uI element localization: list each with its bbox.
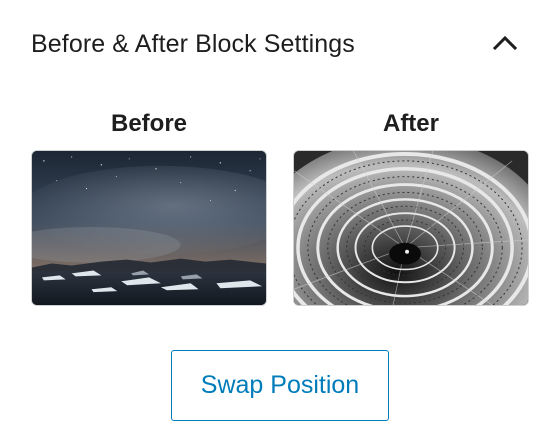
after-image-thumbnail[interactable] bbox=[293, 150, 529, 306]
spiral-staircase-black-white-image bbox=[294, 151, 528, 305]
night-sky-glacier-lagoon-image bbox=[32, 151, 266, 305]
after-label: After bbox=[382, 110, 439, 137]
before-label: Before bbox=[110, 110, 188, 137]
panel-header[interactable]: Before & After Block Settings bbox=[0, 0, 560, 92]
panel-title: Before & After Block Settings bbox=[31, 30, 355, 58]
before-image-thumbnail[interactable] bbox=[31, 150, 267, 306]
swap-position-button[interactable]: Swap Position bbox=[171, 350, 389, 421]
chevron-up-icon[interactable] bbox=[492, 33, 518, 53]
